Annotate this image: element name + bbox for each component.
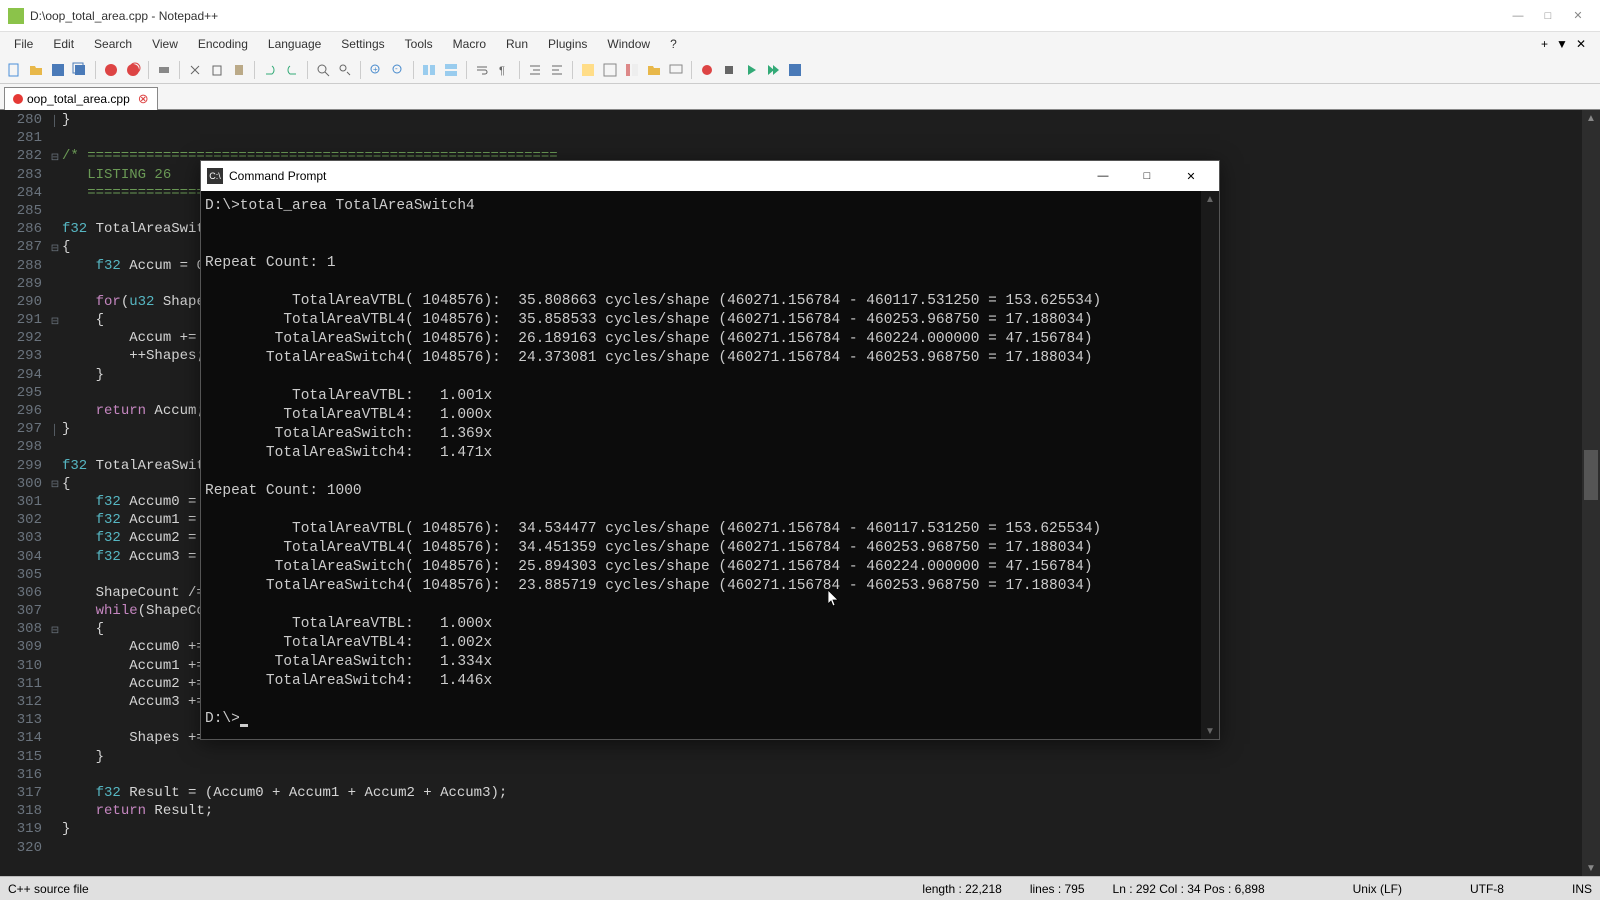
line-number-gutter: 2802812822832842852862872882892902912922… — [0, 110, 48, 876]
fold-down-icon[interactable]: ▼ — [1556, 37, 1568, 51]
zoom-in-icon[interactable]: + — [366, 60, 386, 80]
cmd-scroll-up-icon[interactable]: ▲ — [1201, 191, 1219, 207]
doc-map-icon[interactable] — [600, 60, 620, 80]
cmd-output[interactable]: D:\>total_area TotalAreaSwitch4 Repeat C… — [201, 191, 1219, 739]
maximize-button[interactable]: □ — [1542, 10, 1554, 22]
folder-icon[interactable] — [644, 60, 664, 80]
app-icon — [8, 8, 24, 24]
tab-file[interactable]: oop_total_area.cpp ⊗ — [4, 87, 158, 110]
fold-column[interactable]: │⊟⊟⊟│⊟⊟ — [48, 110, 62, 876]
scrollbar-thumb[interactable] — [1584, 450, 1598, 500]
status-filetype: C++ source file — [8, 882, 89, 896]
status-insert-mode: INS — [1572, 882, 1592, 896]
cmd-minimize-button[interactable]: — — [1081, 162, 1125, 190]
cmd-scrollbar[interactable]: ▲ ▼ — [1201, 191, 1219, 739]
tab-label: oop_total_area.cpp — [27, 92, 130, 106]
status-eol: Unix (LF) — [1353, 882, 1402, 896]
copy-icon[interactable] — [207, 60, 227, 80]
toolbar: + - ¶ — [0, 56, 1600, 84]
zoom-out-icon[interactable]: - — [388, 60, 408, 80]
window-title: D:\oop_total_area.cpp - Notepad++ — [30, 9, 1512, 23]
menu-settings[interactable]: Settings — [331, 35, 394, 53]
func-list-icon[interactable] — [578, 60, 598, 80]
redo-icon[interactable] — [282, 60, 302, 80]
find-icon[interactable] — [313, 60, 333, 80]
cut-icon[interactable] — [185, 60, 205, 80]
paste-icon[interactable] — [229, 60, 249, 80]
menu-edit[interactable]: Edit — [43, 35, 84, 53]
status-position: Ln : 292 Col : 34 Pos : 6,898 — [1113, 882, 1265, 896]
menu-encoding[interactable]: Encoding — [188, 35, 258, 53]
command-prompt-window[interactable]: C:\ Command Prompt — □ ✕ D:\>total_area … — [200, 160, 1220, 740]
menu-macro[interactable]: Macro — [443, 35, 496, 53]
status-encoding: UTF-8 — [1470, 882, 1504, 896]
status-bar: C++ source file length : 22,218 lines : … — [0, 876, 1600, 900]
menu-tools[interactable]: Tools — [395, 35, 443, 53]
cmd-titlebar[interactable]: C:\ Command Prompt — □ ✕ — [201, 161, 1219, 191]
menu-help[interactable]: ? — [660, 35, 687, 53]
replace-icon[interactable] — [335, 60, 355, 80]
scroll-up-icon[interactable]: ▲ — [1582, 110, 1600, 126]
scroll-down-icon[interactable]: ▼ — [1582, 860, 1600, 876]
menu-search[interactable]: Search — [84, 35, 142, 53]
close-all-icon[interactable] — [123, 60, 143, 80]
open-file-icon[interactable] — [26, 60, 46, 80]
outdent-icon[interactable] — [547, 60, 567, 80]
window-titlebar: D:\oop_total_area.cpp - Notepad++ — □ ✕ — [0, 0, 1600, 32]
save-all-icon[interactable] — [70, 60, 90, 80]
menu-plugins[interactable]: Plugins — [538, 35, 597, 53]
menu-bar: File Edit Search View Encoding Language … — [0, 32, 1600, 56]
print-icon[interactable] — [154, 60, 174, 80]
tab-modified-icon — [13, 94, 23, 104]
menu-file[interactable]: File — [4, 35, 43, 53]
play-multi-icon[interactable] — [763, 60, 783, 80]
save-icon[interactable] — [48, 60, 68, 80]
vertical-scrollbar[interactable]: ▲ ▼ — [1582, 110, 1600, 876]
show-all-chars-icon[interactable]: ¶ — [494, 60, 514, 80]
sync-h-icon[interactable] — [441, 60, 461, 80]
fold-plus-icon[interactable]: + — [1541, 37, 1548, 51]
sync-v-icon[interactable] — [419, 60, 439, 80]
menu-window[interactable]: Window — [597, 35, 660, 53]
doc-list-icon[interactable] — [622, 60, 642, 80]
stop-macro-icon[interactable] — [719, 60, 739, 80]
tab-bar: oop_total_area.cpp ⊗ — [0, 84, 1600, 110]
close-tab-icon[interactable]: ✕ — [1576, 37, 1586, 51]
status-lines: lines : 795 — [1030, 882, 1085, 896]
svg-text:+: + — [373, 65, 378, 74]
monitor-icon[interactable] — [666, 60, 686, 80]
svg-text:-: - — [395, 64, 398, 73]
indent-icon[interactable] — [525, 60, 545, 80]
minimize-button[interactable]: — — [1512, 10, 1524, 22]
close-file-icon[interactable] — [101, 60, 121, 80]
menu-run[interactable]: Run — [496, 35, 538, 53]
cmd-close-button[interactable]: ✕ — [1169, 162, 1213, 190]
play-macro-icon[interactable] — [741, 60, 761, 80]
cmd-maximize-button[interactable]: □ — [1125, 162, 1169, 190]
wordwrap-icon[interactable] — [472, 60, 492, 80]
close-button[interactable]: ✕ — [1572, 10, 1584, 22]
status-length: length : 22,218 — [922, 882, 1001, 896]
undo-icon[interactable] — [260, 60, 280, 80]
new-file-icon[interactable] — [4, 60, 24, 80]
cmd-cursor — [240, 724, 248, 727]
cmd-scroll-down-icon[interactable]: ▼ — [1201, 723, 1219, 739]
record-macro-icon[interactable] — [697, 60, 717, 80]
cmd-icon: C:\ — [207, 168, 223, 184]
svg-text:¶: ¶ — [499, 65, 505, 77]
menu-view[interactable]: View — [142, 35, 188, 53]
menu-language[interactable]: Language — [258, 35, 331, 53]
save-macro-icon[interactable] — [785, 60, 805, 80]
cmd-title: Command Prompt — [229, 169, 1081, 183]
tab-close-icon[interactable]: ⊗ — [138, 91, 149, 107]
